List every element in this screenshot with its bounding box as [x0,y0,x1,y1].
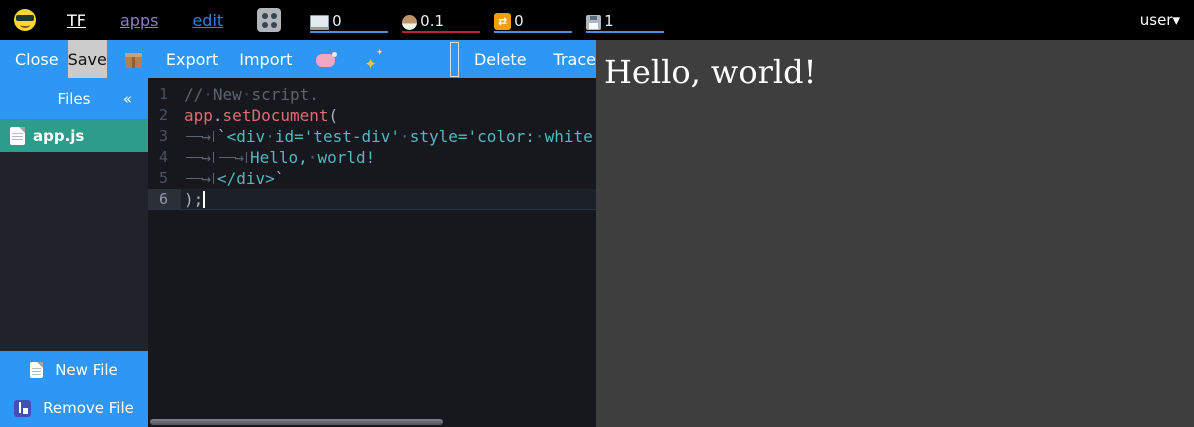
litter-icon [14,400,31,417]
topbar-link-tf[interactable]: TF [67,11,86,30]
package-button[interactable] [125,50,142,69]
file-sidebar: Files « app.js New File Remove File [0,78,148,427]
hamster-icon [402,15,417,30]
repeat-field[interactable]: 0 [494,7,572,33]
user-menu[interactable]: user▾ [1140,11,1180,29]
tab-marker: → [217,147,250,168]
whitespace-dot: · [203,85,213,104]
code-line-4[interactable]: 4→→Hello,·world! [148,147,596,168]
tab-marker: → [184,126,217,147]
code-line-5[interactable]: 5→</div>` [148,168,596,189]
soap-icon [316,54,335,67]
document-icon [10,127,25,145]
code-token: //·New·script. [184,85,319,104]
sidebar-title: Files [58,90,91,108]
line-number: 3 [148,126,181,147]
whitespace-dot: · [265,127,275,146]
file-list: app.js [0,119,148,152]
floppy-icon [586,15,601,30]
code-line-6[interactable]: 6); [148,189,596,210]
soap-button[interactable] [316,50,335,69]
code-editor[interactable]: 1//·New·script.2app.setDocument(3→`<div·… [148,78,596,427]
code-content: →</div>` [181,168,284,189]
topbar-links: TF apps edit [67,11,257,30]
preview-text: Hello, world! [596,40,1194,91]
save-button[interactable]: Save [68,40,107,78]
repeat-icon [494,13,511,30]
trace-button[interactable]: Trace [554,50,596,69]
line-number: 5 [148,168,181,189]
laptop-field[interactable]: 0 [310,7,388,33]
preview-panel: Hello, world! [596,40,1194,427]
collapse-sidebar-button[interactable]: « [123,90,132,108]
topbar-link-apps[interactable]: apps [120,11,158,30]
line-number: 2 [148,105,181,126]
sparkles-button[interactable] [364,49,382,69]
topbar-link-edit[interactable]: edit [192,11,223,30]
hamster-field[interactable]: 0.1 [402,7,480,33]
hamster-value: 0.1 [420,13,444,30]
code-token: setDocument [223,106,329,125]
toolbar: Close Save Export Import Delete Trace [0,40,596,78]
delete-button[interactable]: Delete [474,50,527,69]
new-file-button[interactable]: New File [0,351,148,389]
laptop-icon [310,15,329,30]
line-number: 1 [148,84,181,105]
code-token: . [213,106,223,125]
blank-button[interactable] [450,42,459,77]
horizontal-scrollbar[interactable] [150,419,443,425]
line-number: 6 [148,189,181,209]
topbar-fields: 0 0.1 0 1 [310,7,678,33]
import-button[interactable]: Import [239,50,292,69]
sunglasses-emoji-icon [14,9,36,31]
whitespace-dot: · [308,148,318,167]
close-button[interactable]: Close [15,50,59,69]
file-item-app.js[interactable]: app.js [0,119,148,152]
code-content: app.setDocument( [181,105,338,126]
action-label: New File [55,361,118,379]
sparkles-icon [364,51,382,69]
package-icon [125,53,142,68]
repeat-value: 0 [514,13,524,30]
remove-file-button[interactable]: Remove File [0,389,148,427]
file-name: app.js [33,127,84,145]
topbar: TF apps edit 0 0.1 0 1 user▾ [0,0,1194,40]
code-content: //·New·script. [181,84,319,105]
code-content: →→Hello,·world! [181,147,375,168]
text-cursor [203,191,205,208]
control-knobs-icon[interactable] [257,8,281,32]
floppy-value: 1 [604,13,614,30]
whitespace-dot: · [400,127,410,146]
floppy-field[interactable]: 1 [586,7,664,33]
code-token: Hello,·world! [250,148,375,167]
tab-marker: → [184,168,217,189]
export-button[interactable]: Export [166,50,218,69]
code-content: ); [181,189,205,209]
code-line-2[interactable]: 2app.setDocument( [148,105,596,126]
code-token: <div·id='test-div'·style='color:·white;·… [227,127,596,146]
code-token: ` [217,127,227,146]
code-token: ` [275,169,285,188]
app-window: TF apps edit 0 0.1 0 1 user▾ Close Save Expor… [0,0,1194,427]
whitespace-dot: · [242,85,252,104]
code-token: ); [184,190,203,209]
code-token: app [184,106,213,125]
action-label: Remove File [43,399,134,417]
code-lines: 1//·New·script.2app.setDocument(3→`<div·… [148,78,596,210]
code-line-1[interactable]: 1//·New·script. [148,84,596,105]
sidebar-header: Files « [0,78,148,119]
laptop-value: 0 [332,13,342,30]
code-content: →`<div·id='test-div'·style='color:·white… [181,126,596,147]
doc-icon [30,362,43,378]
code-token: </div> [217,169,275,188]
sidebar-actions: New File Remove File [0,351,148,427]
code-line-3[interactable]: 3→`<div·id='test-div'·style='color:·whit… [148,126,596,147]
whitespace-dot: · [535,127,545,146]
code-token: ( [329,106,339,125]
line-number: 4 [148,147,181,168]
tab-marker: → [184,147,217,168]
